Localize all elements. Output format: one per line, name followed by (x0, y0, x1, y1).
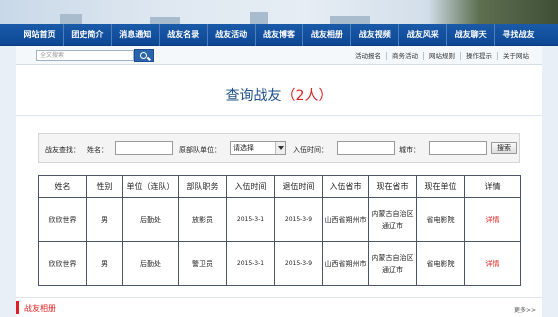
cell-gender: 男 (86, 197, 123, 242)
nav-item-video[interactable]: 战友视频 (351, 24, 400, 46)
link-about[interactable]: 关于网站 (498, 52, 534, 60)
site-search-input[interactable]: 全文搜索 (36, 50, 134, 61)
search-filter-form: 战友查找： 姓名： 原部队单位： 请选择 入伍时间： 城市： 搜索 (38, 133, 520, 163)
cell-current-city: 内蒙古自治区通辽市 (368, 197, 417, 242)
name-input[interactable] (115, 141, 173, 155)
search-icon (140, 52, 147, 59)
unit-select[interactable]: 请选择 (230, 141, 286, 155)
cell-gender: 男 (86, 241, 123, 286)
col-header-unit: 单位（连队） (122, 175, 179, 198)
unit-label: 原部队单位： (179, 146, 221, 154)
results-table: 姓名 性别 单位（连队） 部队职务 入伍时间 退伍时间 入伍省市 现在省市 现在… (38, 175, 521, 286)
link-rules[interactable]: 网站规则 (424, 51, 461, 60)
col-header-name: 姓名 (38, 175, 87, 198)
cell-current-city: 内蒙古自治区通辽市 (368, 241, 417, 286)
nav-item-notices[interactable]: 消息通知 (112, 24, 160, 46)
link-activity-signup[interactable]: 活动报名 (350, 51, 387, 60)
col-header-details: 详情 (464, 175, 521, 198)
result-count: （2人） (281, 88, 333, 104)
nav-item-album[interactable]: 战友相册 (303, 24, 352, 46)
main-nav: 网站首页 团史简介 消息通知 战友名录 战友活动 战友博客 战友相册 战友视频 … (0, 24, 558, 46)
cell-position: 警卫员 (178, 241, 227, 286)
cell-name: 欣欣世界 (38, 197, 87, 242)
album-section-title: 战友相册 (24, 304, 56, 313)
nav-item-blog[interactable]: 战友博客 (256, 24, 304, 46)
col-header-current-unit: 现在单位 (416, 175, 465, 198)
page-title-text: 查询战友 (225, 88, 282, 104)
filter-label: 战友查找： (45, 146, 80, 154)
album-section-header: 战友相册 更多>> (16, 297, 542, 317)
nav-item-find[interactable]: 寻找战友 (495, 24, 542, 46)
enlist-date-input[interactable] (337, 141, 395, 155)
search-button[interactable]: 搜索 (491, 142, 517, 154)
nav-item-activities[interactable]: 战友活动 (208, 24, 256, 46)
quick-links: 活动报名 商务活动 网站规则 操作提示 关于网站 (350, 46, 534, 65)
nav-item-chat[interactable]: 战友聊天 (447, 24, 496, 46)
col-header-gender: 性别 (86, 175, 123, 198)
cell-unit: 后勤处 (122, 241, 179, 286)
cell-enlist-date: 2015-3-1 (226, 197, 275, 242)
city-label: 城市： (399, 146, 420, 154)
enlist-label: 入伍时间： (293, 146, 328, 154)
unit-select-value: 请选择 (233, 144, 254, 152)
link-business[interactable]: 商务活动 (387, 51, 424, 60)
sub-toolbar: 全文搜索 活动报名 商务活动 网站规则 操作提示 关于网站 (16, 46, 542, 65)
table-header-row: 姓名 性别 单位（连队） 部队职务 入伍时间 退伍时间 入伍省市 现在省市 现在… (38, 175, 521, 198)
cell-current-unit: 省电影院 (416, 197, 465, 242)
cell-enlist-city: 山西省朔州市 (322, 241, 369, 286)
col-header-current-city: 现在省市 (368, 175, 417, 198)
name-label: 姓名： (87, 146, 108, 154)
nav-item-style[interactable]: 战友风采 (399, 24, 448, 46)
page-title: 查询战友（2人） (16, 85, 542, 105)
cell-discharge-date: 2015-3-9 (274, 197, 323, 242)
link-help[interactable]: 操作提示 (461, 51, 498, 60)
cell-name: 欣欣世界 (38, 241, 87, 286)
col-header-position: 部队职务 (178, 175, 227, 198)
table-row: 欣欣世界 男 后勤处 警卫员 2015-3-1 2015-3-9 山西省朔州市 … (38, 241, 521, 286)
details-link[interactable]: 详情 (464, 241, 521, 286)
nav-item-history[interactable]: 团史简介 (64, 24, 112, 46)
cell-current-unit: 省电影院 (416, 241, 465, 286)
header-banner (0, 0, 558, 24)
col-header-enlist-date: 入伍时间 (226, 175, 275, 198)
nav-item-directory[interactable]: 战友名录 (160, 24, 208, 46)
cell-discharge-date: 2015-3-9 (274, 241, 323, 286)
cell-unit: 后勤处 (122, 197, 179, 242)
more-link[interactable]: 更多>> (514, 305, 536, 314)
cell-enlist-city: 山西省朔州市 (322, 197, 369, 242)
table-row: 欣欣世界 男 后勤处 放影员 2015-3-1 2015-3-9 山西省朔州市 … (38, 197, 521, 242)
cell-enlist-date: 2015-3-1 (226, 241, 275, 286)
main-content: 查询战友（2人） 战友查找： 姓名： 原部队单位： 请选择 入伍时间： 城市： … (16, 65, 542, 317)
details-link[interactable]: 详情 (464, 197, 521, 242)
nav-item-home[interactable]: 网站首页 (16, 24, 64, 46)
chevron-down-icon (275, 142, 285, 154)
soldier-image (428, 0, 558, 24)
divider (16, 115, 542, 116)
cell-position: 放影员 (178, 197, 227, 242)
col-header-discharge-date: 退伍时间 (274, 175, 323, 198)
section-accent-bar (16, 301, 19, 314)
col-header-enlist-city: 入伍省市 (322, 175, 369, 198)
city-input[interactable] (429, 141, 487, 155)
site-search-button[interactable] (134, 49, 154, 62)
